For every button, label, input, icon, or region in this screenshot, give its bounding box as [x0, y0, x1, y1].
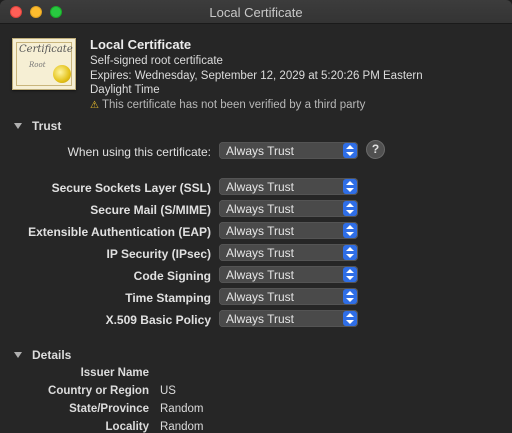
details-section-toggle[interactable]: Details — [14, 348, 71, 362]
trust-row-label: IP Security (IPsec) — [106, 247, 212, 261]
popup-arrows-icon — [343, 179, 357, 194]
title-bar: Local Certificate — [0, 0, 512, 24]
trust-heading: Trust — [32, 119, 62, 133]
popup-value: Always Trust — [226, 202, 295, 216]
code-signing-trust-popup[interactable]: Always Trust — [219, 266, 358, 283]
verification-warning: ⚠ This certificate has not been verified … — [90, 99, 365, 111]
certificate-icon: Certificate Root — [12, 38, 76, 90]
ssl-trust-popup[interactable]: Always Trust — [219, 178, 358, 195]
detail-value: Random — [160, 403, 204, 415]
window-title: Local Certificate — [209, 5, 303, 20]
certificate-icon-script: Certificate — [19, 44, 73, 55]
popup-value: Always Trust — [226, 144, 295, 158]
smime-trust-popup[interactable]: Always Trust — [219, 200, 358, 217]
seal-icon — [53, 65, 71, 83]
detail-value: US — [160, 385, 176, 397]
trust-row-label: Secure Sockets Layer (SSL) — [51, 181, 211, 195]
ipsec-trust-popup[interactable]: Always Trust — [219, 244, 358, 261]
trust-row-label: Extensible Authentication (EAP) — [28, 225, 211, 239]
certificate-name: Local Certificate — [90, 37, 192, 52]
popup-arrows-icon — [343, 143, 357, 158]
popup-arrows-icon — [343, 311, 357, 326]
popup-arrows-icon — [343, 245, 357, 260]
trust-row-label: Code Signing — [133, 269, 211, 283]
eap-trust-popup[interactable]: Always Trust — [219, 222, 358, 239]
x509-trust-popup[interactable]: Always Trust — [219, 310, 358, 327]
details-heading: Details — [32, 348, 72, 362]
popup-value: Always Trust — [226, 224, 295, 238]
time-stamping-trust-popup[interactable]: Always Trust — [219, 288, 358, 305]
certificate-window: Local Certificate Certificate Root Local… — [0, 0, 512, 433]
popup-value: Always Trust — [226, 246, 295, 260]
certificate-type: Self-signed root certificate — [90, 55, 223, 67]
popup-arrows-icon — [343, 201, 357, 216]
trust-row-label: Time Stamping — [125, 291, 211, 305]
when-using-popup[interactable]: Always Trust — [219, 142, 358, 159]
warning-text: This certificate has not been verified b… — [101, 99, 366, 111]
detail-label: State/Province — [69, 403, 149, 415]
certificate-expiry-cont: Daylight Time — [90, 84, 160, 96]
disclosure-triangle-icon — [14, 352, 22, 358]
popup-arrows-icon — [343, 289, 357, 304]
when-using-label: When using this certificate: — [67, 145, 211, 159]
trust-section-toggle[interactable]: Trust — [14, 119, 61, 133]
certificate-expiry: Expires: Wednesday, September 12, 2029 a… — [90, 70, 423, 82]
popup-arrows-icon — [343, 223, 357, 238]
popup-value: Always Trust — [226, 180, 295, 194]
trust-row-label: Secure Mail (S/MIME) — [90, 203, 211, 217]
warning-icon: ⚠ — [90, 100, 99, 111]
popup-value: Always Trust — [226, 290, 295, 304]
detail-value: Random — [160, 421, 204, 433]
popup-value: Always Trust — [226, 268, 295, 282]
disclosure-triangle-icon — [14, 123, 22, 129]
help-button[interactable]: ? — [366, 140, 385, 159]
certificate-icon-subscript: Root — [29, 61, 46, 69]
issuer-name-heading: Issuer Name — [80, 367, 149, 379]
detail-label: Locality — [105, 421, 149, 433]
popup-arrows-icon — [343, 267, 357, 282]
popup-value: Always Trust — [226, 312, 295, 326]
detail-label: Country or Region — [48, 385, 149, 397]
trust-row-label: X.509 Basic Policy — [105, 313, 211, 327]
